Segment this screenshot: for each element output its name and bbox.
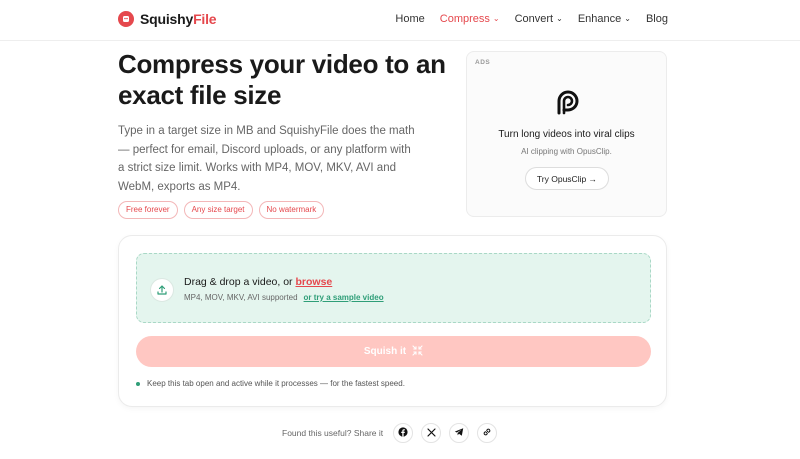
status-dot-icon xyxy=(136,381,140,386)
browse-link[interactable]: browse xyxy=(295,276,332,288)
x-icon xyxy=(427,424,436,442)
nav-convert[interactable]: Convert ⌄ xyxy=(515,13,563,25)
upload-icon xyxy=(150,278,174,302)
pill-no-watermark: No watermark xyxy=(258,201,325,219)
processing-note-text: Keep this tab open and active while it p… xyxy=(147,379,405,388)
link-icon xyxy=(482,424,492,442)
brand-name: SquishyFile xyxy=(140,11,217,27)
ad-card[interactable]: ADS Turn long videos into viral clips AI… xyxy=(466,51,667,217)
pill-any-size-target: Any size target xyxy=(183,201,253,219)
supported-formats: MP4, MOV, MKV, AVI supported xyxy=(184,293,298,302)
sample-video-link[interactable]: or try a sample video xyxy=(304,293,384,302)
share-telegram-button[interactable] xyxy=(449,423,470,443)
page: SquishyFile Home Compress ⌄ Convert ⌄ En… xyxy=(0,0,800,459)
site-header: SquishyFile Home Compress ⌄ Convert ⌄ En… xyxy=(0,0,800,41)
nav-blog[interactable]: Blog xyxy=(646,13,668,25)
facebook-icon xyxy=(398,424,408,442)
processing-note: Keep this tab open and active while it p… xyxy=(136,379,405,388)
ad-title: Turn long videos into viral clips xyxy=(498,129,635,140)
nav-enhance-label: Enhance xyxy=(577,13,622,25)
nav-blog-label: Blog xyxy=(645,13,668,25)
share-bar: Found this useful? Share it xyxy=(282,423,498,443)
nav-home[interactable]: Home xyxy=(395,13,424,25)
chevron-down-icon: ⌄ xyxy=(556,13,563,23)
opusclip-logo-icon xyxy=(553,86,583,116)
video-dropzone[interactable]: Drag & drop a video, or browse MP4, MOV,… xyxy=(136,253,651,323)
feature-pills: Free forever Any size target No watermar… xyxy=(118,201,325,219)
brand-name-part-b: File xyxy=(193,11,217,27)
chevron-down-icon: ⌄ xyxy=(624,13,631,23)
squishyfile-logo-icon xyxy=(118,11,134,27)
page-title: Compress your video to an exact file siz… xyxy=(118,49,446,110)
nav-home-label: Home xyxy=(395,13,425,25)
telegram-icon xyxy=(454,424,464,442)
share-facebook-button[interactable] xyxy=(393,423,414,443)
squish-it-label: Squish it xyxy=(363,346,407,357)
share-x-button[interactable] xyxy=(421,423,442,443)
nav-compress-label: Compress xyxy=(439,13,490,25)
brand-name-part-a: Squishy xyxy=(140,11,194,27)
nav-convert-label: Convert xyxy=(514,13,554,25)
upload-panel: Drag & drop a video, or browse MP4, MOV,… xyxy=(118,235,667,407)
nav-enhance[interactable]: Enhance ⌄ xyxy=(578,13,631,25)
chevron-down-icon: ⌄ xyxy=(492,13,500,23)
share-copy-link-button[interactable] xyxy=(477,423,498,443)
page-description: Type in a target size in MB and SquishyF… xyxy=(118,125,415,193)
ad-subtitle: AI clipping with OpusClip. xyxy=(521,147,612,156)
ad-label: ADS xyxy=(475,59,491,66)
dropzone-title: Drag & drop a video, or browse xyxy=(184,276,332,288)
dropzone-subtitle: MP4, MOV, MKV, AVI supported or try a sa… xyxy=(184,293,384,302)
nav-compress[interactable]: Compress ⌄ xyxy=(440,13,500,25)
squish-it-button[interactable]: Squish it xyxy=(136,336,651,367)
shrink-arrows-icon xyxy=(412,344,423,359)
dropzone-title-text: Drag & drop a video, or xyxy=(184,276,296,288)
try-opusclip-button[interactable]: Try OpusClip → xyxy=(525,167,609,190)
brand-logo[interactable]: SquishyFile xyxy=(118,11,217,27)
main-nav: Home Compress ⌄ Convert ⌄ Enhance ⌄ Blog xyxy=(395,13,668,25)
pill-free-forever: Free forever xyxy=(118,201,178,219)
share-label: Found this useful? Share it xyxy=(282,428,384,438)
